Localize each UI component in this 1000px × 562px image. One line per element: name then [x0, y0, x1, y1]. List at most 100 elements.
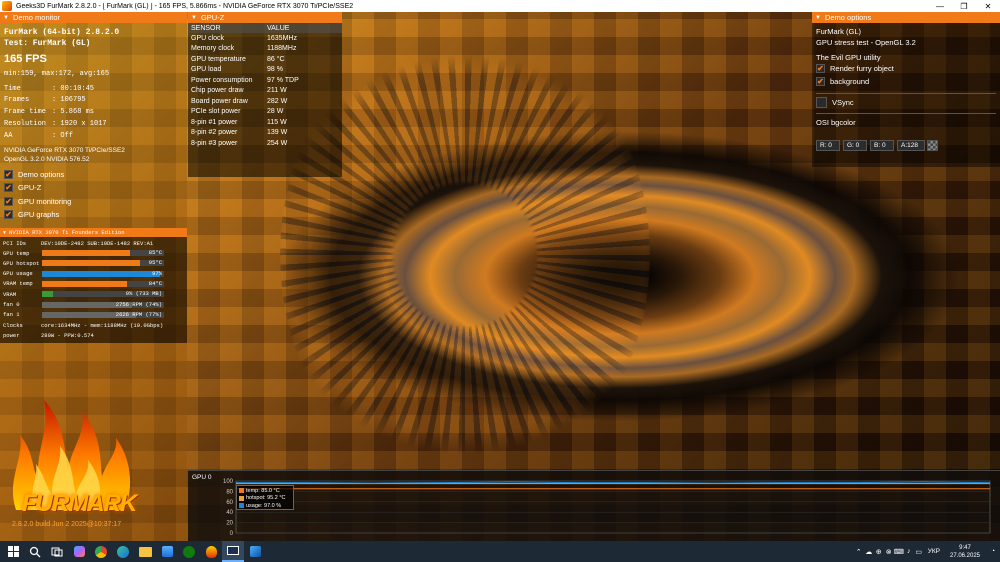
osi-r-field[interactable]: R: 0 — [816, 140, 840, 151]
sensor-name: Memory clock — [191, 45, 235, 53]
file-explorer-icon[interactable] — [134, 541, 156, 562]
osi-b-field[interactable]: B: 0 — [870, 140, 894, 151]
sensor-value: 254 W — [267, 139, 288, 147]
table-row: Chip power draw 211 W — [188, 86, 342, 97]
osi-a-field[interactable]: A:128 — [897, 140, 925, 151]
gpu-monitor-row-bar: 95°C — [42, 259, 164, 267]
divider — [816, 113, 996, 114]
sensor-name: PCIe slot power — [191, 108, 241, 116]
copilot-icon[interactable] — [68, 541, 90, 562]
demo-options-panel: ▼ Demo options FurMark (GL) GPU stress t… — [812, 12, 1000, 167]
language-indicator[interactable]: УКР — [928, 548, 940, 555]
minimize-button[interactable]: — — [928, 0, 952, 12]
check-icon[interactable]: ✔ — [4, 183, 13, 192]
onedrive-icon[interactable]: ☁ — [864, 548, 874, 556]
gpu-monitoring-header[interactable]: ▼ NVIDIA RTX 3070 Ti Founders Edition — [0, 228, 187, 237]
osi-g-field[interactable]: G: 0 — [843, 140, 867, 151]
sensor-value: 211 W — [267, 87, 287, 95]
furmark-window-taskbar-icon[interactable] — [222, 541, 244, 562]
gpu-monitoring-panel: ▼ NVIDIA RTX 3070 Ti Founders Edition PC… — [0, 228, 187, 343]
gpu-monitor-row-label: fan 1 — [3, 311, 20, 319]
search-icon[interactable] — [24, 541, 46, 562]
table-row: Power consumption 97 % TDP — [188, 75, 342, 86]
gpu-monitor-row-value: 85°C — [148, 249, 162, 256]
gpu-monitor-row-value: 2626 RPM (77%) — [115, 310, 162, 318]
sensor-value: 28 W — [267, 108, 284, 116]
check-icon[interactable]: ✔ — [816, 77, 825, 86]
gpu-monitor-row-bar: 97% — [42, 269, 164, 277]
checkbox-demo-options[interactable]: ✔ Demo options — [4, 170, 64, 179]
gpu-monitor-row-fill — [42, 280, 128, 287]
gpu-monitor-row-label: VRAM temp — [3, 280, 33, 288]
gpu-monitoring-title: NVIDIA RTX 3070 Ti Founders Edition — [9, 229, 125, 236]
maximize-button[interactable]: ❐ — [952, 0, 976, 12]
unchecked-box-icon[interactable] — [816, 97, 827, 108]
windows-start-icon[interactable] — [2, 541, 24, 562]
chevron-up-icon[interactable]: ⌃ — [854, 548, 864, 556]
gpu-monitor-row-value: 97% — [152, 269, 162, 277]
collapse-triangle-icon[interactable]: ▼ — [815, 15, 821, 21]
stat-resolution: Resolution: 1920 x 1017 — [4, 120, 107, 128]
osi-bgcolor-label: OSI bgcolor — [816, 118, 856, 127]
speaker-icon[interactable]: ♪ — [904, 548, 914, 555]
check-icon[interactable]: ✔ — [4, 170, 13, 179]
gpuz-panel: ▼ GPU-Z SENSOR VALUE GPU clock 1635MHz Mem… — [188, 12, 342, 177]
sensor-value: 1188MHz — [267, 45, 297, 53]
osi-color-swatch[interactable] — [927, 140, 938, 151]
xbox-icon[interactable] — [178, 541, 200, 562]
demo-options-header[interactable]: ▼ Demo options — [812, 12, 1000, 23]
table-row: PCIe slot power 28 W — [188, 107, 342, 118]
collapse-triangle-icon[interactable]: ▼ — [3, 15, 9, 21]
close-button[interactable]: ✕ — [976, 0, 1000, 12]
checkbox-gpu-monitoring[interactable]: ✔ GPU monitoring — [4, 197, 71, 206]
task-view-icon[interactable] — [46, 541, 68, 562]
battery-icon[interactable]: ▭ — [914, 548, 924, 556]
y-tick-label: 60 — [226, 500, 233, 506]
gpu-monitor-row-label: GPU usage — [3, 270, 33, 278]
clocks-row: Clocks core:1634MHz - mem:1188MHz (19.0Gb… — [3, 321, 164, 329]
demo-monitor-header[interactable]: ▼ Demo monitor — [0, 12, 187, 23]
check-icon[interactable]: ✔ — [816, 64, 825, 73]
tray-app-icon[interactable]: ⊕ — [874, 548, 884, 556]
clock[interactable]: 9:47 27.06.2025 — [944, 544, 986, 560]
table-row: 8-pin #3 power 254 W — [188, 138, 342, 149]
notification-bell-icon[interactable]: ◔ — [986, 548, 1000, 555]
furmark-taskbar-icon[interactable] — [200, 541, 222, 562]
fps-value: 165 FPS — [4, 53, 47, 65]
table-row: GPU temperature 86 °C — [188, 54, 342, 65]
value-column-header: VALUE — [264, 23, 342, 33]
collapse-triangle-icon[interactable]: ▼ — [3, 230, 6, 236]
collapse-triangle-icon[interactable]: ▼ — [191, 15, 197, 21]
system-tray: ⌃ ☁ ⊕ ⊗ ⌨ ♪ ▭ УКР 9:47 27.06.2025 ◔ — [854, 541, 1000, 562]
network-icon[interactable]: ⌨ — [894, 548, 904, 556]
legend-hotspot: hotspot: 95.2 °C — [239, 495, 291, 503]
edge-icon[interactable] — [112, 541, 134, 562]
table-row: GPU clock 1635MHz — [188, 33, 342, 44]
demo-test-name: FurMark (GL) — [816, 27, 861, 36]
store-icon[interactable] — [156, 541, 178, 562]
pci-ids-row: PCI IDs DEV:10DE-2482 SUB:10DE-1482 REV:A… — [3, 239, 154, 247]
sensor-value: 1635MHz — [267, 34, 297, 42]
legend-swatch-hotspot — [239, 495, 244, 501]
check-icon[interactable]: ✔ — [4, 197, 13, 206]
gpu-monitor-row: GPU temp 85°C — [3, 249, 164, 257]
chrome-icon[interactable] — [90, 541, 112, 562]
checkbox-gpu-graphs[interactable]: ✔ GPU graphs — [4, 210, 59, 219]
stat-aa: AA: Off — [4, 132, 74, 140]
gpu-monitor-row-bar: 85°C — [42, 249, 164, 256]
checkbox-vsync[interactable]: VSync — [816, 97, 854, 108]
tray-app-icon[interactable]: ⊗ — [884, 548, 894, 556]
gpu-graph-panel: GPU 0 0 20 40 60 80 100 temp: 85.0 °C hotspot… — [188, 470, 1000, 541]
sensor-value: 86 °C — [267, 55, 285, 63]
check-icon[interactable]: ✔ — [4, 210, 13, 219]
gpu-monitor-row-value: 95°C — [148, 259, 162, 267]
sensor-name: GPU temperature — [191, 55, 246, 63]
gpuz-header[interactable]: ▼ GPU-Z — [188, 12, 342, 23]
gpuz-taskbar-icon[interactable] — [244, 541, 266, 562]
legend-swatch-usage — [239, 503, 244, 509]
gpu-monitor-row-label: GPU temp — [3, 249, 30, 257]
checkbox-background[interactable]: ✔ background — [816, 77, 869, 86]
checkbox-gpu-z[interactable]: ✔ GPU-Z — [4, 183, 41, 192]
checkbox-render-furry[interactable]: ✔ Render furry object — [816, 64, 894, 73]
windows-taskbar: ⌃ ☁ ⊕ ⊗ ⌨ ♪ ▭ УКР 9:47 27.06.2025 ◔ — [0, 541, 1000, 562]
